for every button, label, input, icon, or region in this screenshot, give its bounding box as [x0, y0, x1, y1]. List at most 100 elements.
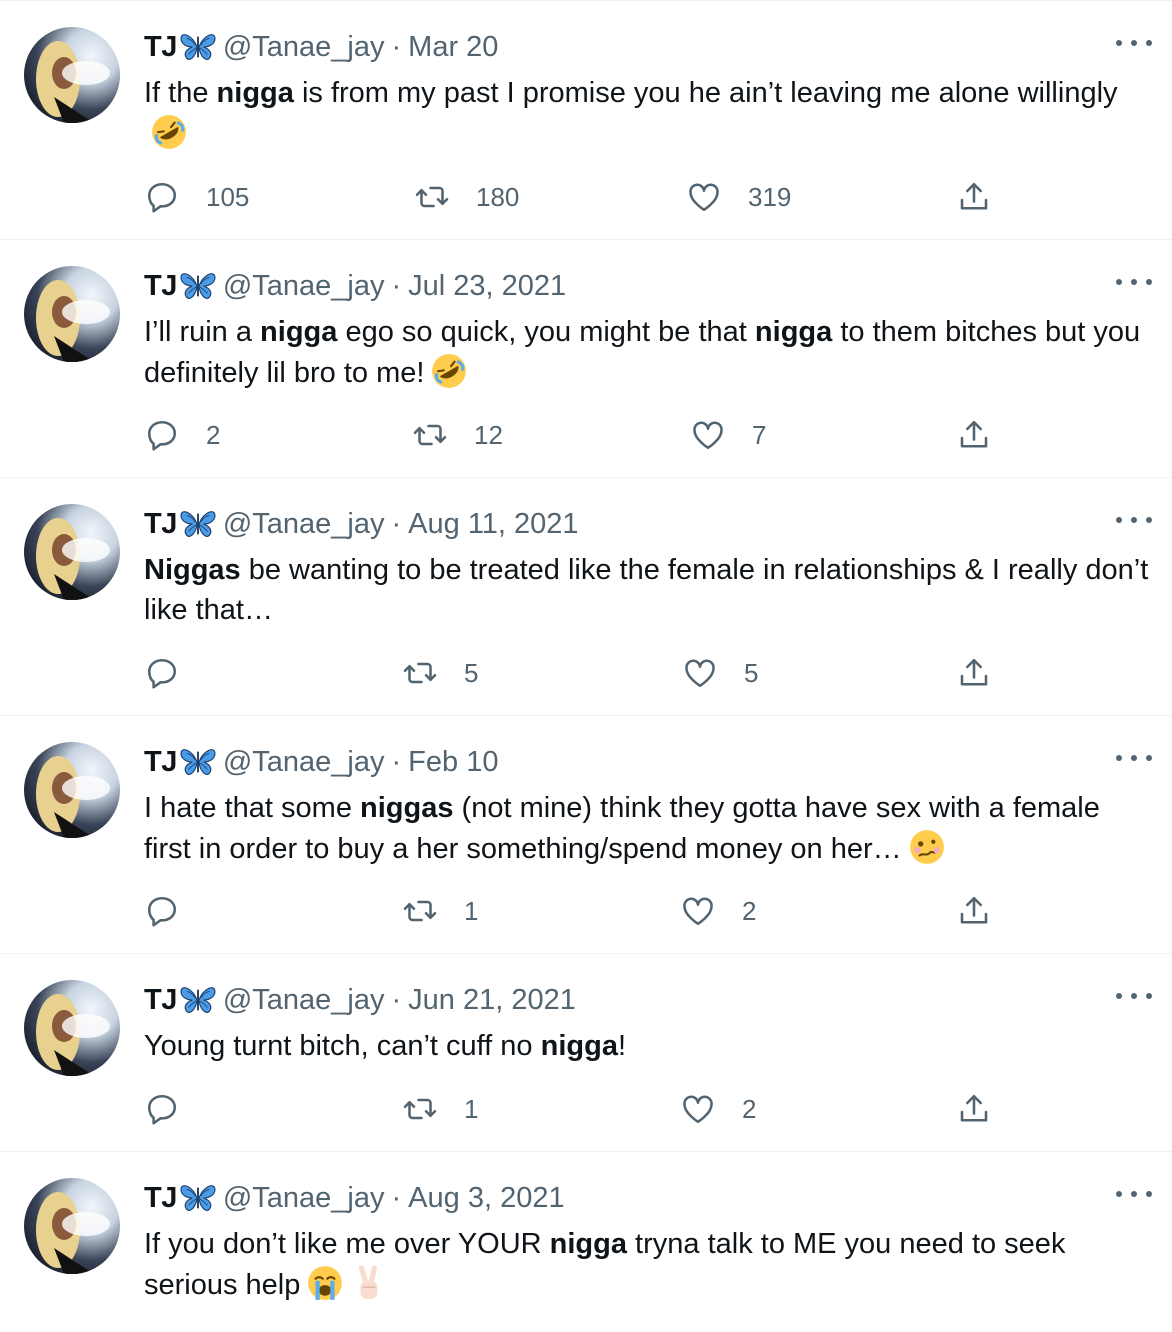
retweet-icon [414, 179, 450, 215]
tweet-text: I hate that some niggas (not mine) think… [144, 788, 1149, 869]
like-button[interactable]: 7 [690, 415, 766, 455]
display-name[interactable]: TJ [144, 1182, 177, 1215]
tweet-text: I’ll ruin a nigga ego so quick, you migh… [144, 312, 1149, 393]
like-button[interactable]: 5 [682, 653, 758, 693]
retweet-button[interactable]: 180 [414, 177, 519, 217]
user-handle[interactable]: @Tanae_jay [223, 31, 385, 64]
butterfly-icon [179, 1182, 217, 1214]
avatar[interactable] [24, 504, 120, 600]
tweet-date[interactable]: Feb 10 [408, 746, 498, 779]
separator: · [391, 30, 402, 63]
avatar[interactable] [24, 980, 120, 1076]
tweet-date[interactable]: Mar 20 [408, 31, 498, 64]
more-icon[interactable] [1116, 270, 1152, 294]
display-name[interactable]: TJ [144, 984, 177, 1017]
retweet-button[interactable]: 1 [402, 1089, 478, 1129]
avatar[interactable] [24, 266, 120, 362]
text-segment: ! [617, 1030, 627, 1062]
text-segment: Young turnt bitch, can’t cuff no [144, 1030, 541, 1062]
like-count: 7 [752, 419, 767, 450]
tweet[interactable]: TJ @Tanae_jay · Jun 21, 2021 Young turnt… [0, 954, 1172, 1152]
text-segment: is from my past I promise you he ain’t l… [293, 77, 1118, 109]
more-icon[interactable] [1116, 984, 1152, 1008]
more-icon[interactable] [1116, 31, 1152, 55]
bold-keyword: Niggas [144, 554, 241, 586]
butterfly-icon [179, 508, 217, 540]
avatar[interactable] [24, 742, 120, 838]
share-button[interactable] [956, 1089, 992, 1129]
display-name[interactable]: TJ [144, 270, 177, 303]
display-name[interactable]: TJ [144, 31, 177, 64]
woozy-emoji-icon [909, 830, 944, 864]
more-icon[interactable] [1116, 746, 1152, 770]
bold-keyword: nigga [754, 316, 833, 348]
like-count: 2 [742, 895, 757, 926]
avatar[interactable] [24, 27, 120, 123]
tweet-date[interactable]: Jun 21, 2021 [408, 984, 576, 1017]
text-segment: be wanting to be treated like the female… [144, 554, 1149, 626]
share-button[interactable] [956, 891, 992, 931]
text-segment: I’ll ruin a [144, 316, 261, 348]
like-count: 5 [744, 657, 759, 688]
text-segment: If you don’t like me over YOUR [144, 1228, 550, 1260]
like-button[interactable] [686, 1327, 748, 1332]
tweet-date[interactable]: Aug 3, 2021 [408, 1182, 564, 1215]
retweet-button[interactable]: 5 [402, 653, 478, 693]
loudly-crying-emoji-icon [308, 1266, 343, 1300]
butterfly-icon [179, 270, 217, 302]
reply-icon [144, 179, 180, 215]
retweet-count: 1 [464, 895, 479, 926]
tweet-date[interactable]: Jul 23, 2021 [408, 270, 566, 303]
retweet-button[interactable] [414, 1327, 476, 1332]
retweet-button[interactable]: 1 [402, 891, 478, 931]
reply-button[interactable] [144, 653, 206, 693]
avatar[interactable] [24, 1178, 120, 1274]
tweet[interactable]: TJ @Tanae_jay · Jul 23, 2021 I’ll ruin a… [0, 240, 1172, 478]
share-button[interactable] [956, 177, 992, 217]
tweet-header: TJ @Tanae_jay · Feb 10 [144, 744, 498, 780]
like-icon [690, 417, 726, 453]
reply-button[interactable]: 105 [144, 177, 249, 217]
separator: · [391, 983, 402, 1016]
user-handle[interactable]: @Tanae_jay [223, 1182, 385, 1215]
like-count: 2 [742, 1093, 757, 1124]
display-name[interactable]: TJ [144, 508, 177, 541]
display-name[interactable]: TJ [144, 746, 177, 779]
tweet-actions: 1 2 [144, 891, 1172, 931]
retweet-button[interactable]: 12 [412, 415, 503, 455]
tweet-date[interactable]: Aug 11, 2021 [408, 508, 578, 541]
text-segment: ego so quick, you might be that [337, 316, 755, 348]
user-handle[interactable]: @Tanae_jay [223, 508, 385, 541]
tweet-actions: 105 180 319 [144, 177, 1172, 217]
like-button[interactable]: 319 [686, 177, 791, 217]
tweet[interactable]: TJ @Tanae_jay · Aug 3, 2021 If you don’t… [0, 1152, 1172, 1332]
reply-button[interactable]: 2 [144, 415, 220, 455]
butterfly-icon [179, 984, 217, 1016]
share-button[interactable] [956, 1327, 992, 1332]
reply-button[interactable] [144, 1089, 206, 1129]
user-handle[interactable]: @Tanae_jay [223, 270, 385, 303]
butterfly-icon [179, 746, 217, 778]
text-segment: I hate that some [144, 792, 361, 824]
tweet-header: TJ @Tanae_jay · Jun 21, 2021 [144, 982, 576, 1018]
reply-button[interactable] [144, 1327, 206, 1332]
tweet[interactable]: TJ @Tanae_jay · Feb 10 I hate that some … [0, 716, 1172, 954]
retweet-icon [402, 655, 438, 691]
user-handle[interactable]: @Tanae_jay [223, 746, 385, 779]
like-icon [682, 655, 718, 691]
user-handle[interactable]: @Tanae_jay [223, 984, 385, 1017]
share-button[interactable] [956, 415, 992, 455]
tweet[interactable]: TJ @Tanae_jay · Mar 20 If the nigga is f… [0, 1, 1172, 240]
more-icon[interactable] [1116, 508, 1152, 532]
like-button[interactable]: 2 [680, 891, 756, 931]
tweet[interactable]: TJ @Tanae_jay · Aug 11, 2021 Niggas be w… [0, 478, 1172, 716]
tweet-text: If the nigga is from my past I promise y… [144, 73, 1149, 154]
retweet-count: 5 [464, 657, 479, 688]
share-button[interactable] [956, 653, 992, 693]
reply-button[interactable] [144, 891, 206, 931]
tweet-header: TJ @Tanae_jay · Aug 3, 2021 [144, 1180, 565, 1216]
tweet-actions: 1 2 [144, 1089, 1172, 1129]
like-button[interactable]: 2 [680, 1089, 756, 1129]
more-icon[interactable] [1116, 1182, 1152, 1206]
reply-icon [144, 893, 180, 929]
